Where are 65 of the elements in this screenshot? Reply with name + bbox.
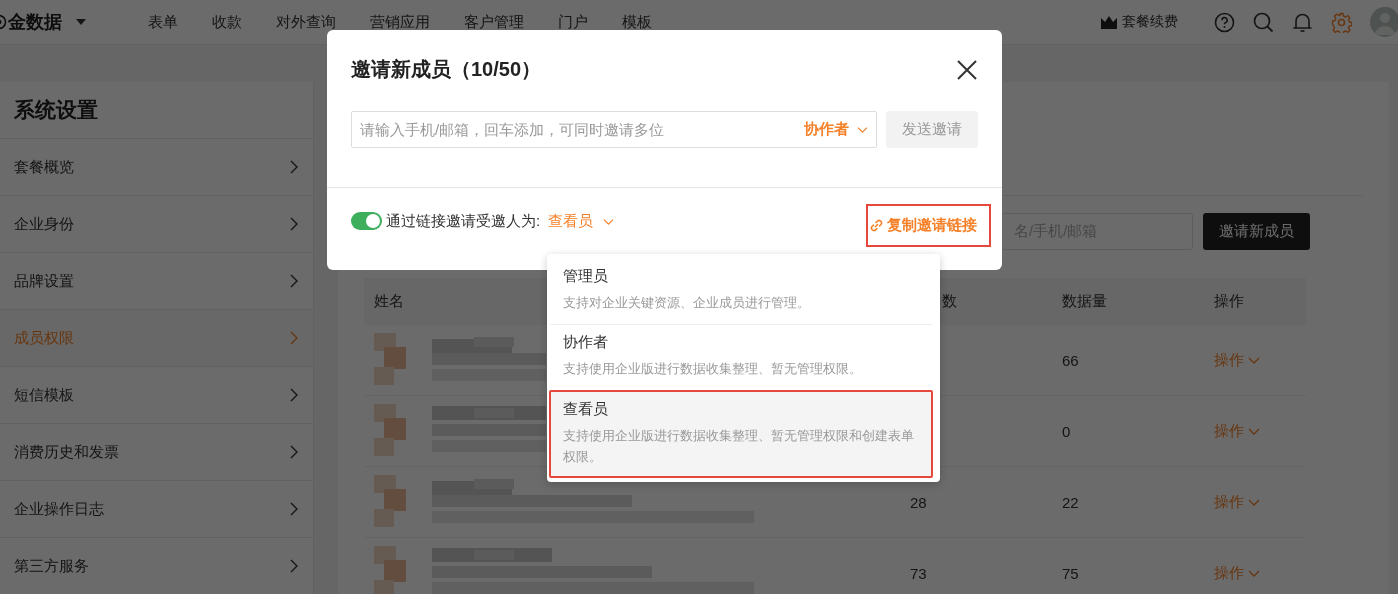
table-cell: 73 — [910, 564, 927, 582]
sidebar-item[interactable]: 企业操作日志 — [0, 481, 313, 538]
action-dropdown[interactable]: 操作 — [1214, 350, 1260, 370]
copy-link-button[interactable]: 复制邀请链接 — [866, 204, 991, 247]
chevron-right-icon — [289, 445, 299, 459]
dialog-title: 邀请新成员（10/50） — [351, 57, 542, 82]
sidebar-item[interactable]: 消费历史和发票 — [0, 424, 313, 481]
logo[interactable]: 金数据 — [8, 10, 62, 34]
role-name: 查看员 — [563, 400, 609, 419]
nav-item[interactable]: 客户管理 — [464, 12, 524, 32]
nav-item[interactable]: 收款 — [212, 12, 242, 32]
action-dropdown[interactable]: 操作 — [1214, 563, 1260, 583]
sidebar-item[interactable]: 企业身份 — [0, 196, 313, 253]
toggle-switch[interactable] — [351, 212, 382, 230]
send-invite-button[interactable]: 发送邀请 — [886, 111, 978, 148]
chevron-down-icon — [857, 125, 869, 134]
nav-item[interactable]: 营销应用 — [370, 12, 430, 32]
chevron-right-icon — [289, 388, 299, 402]
nav-item[interactable]: 表单 — [148, 12, 178, 32]
action-dropdown[interactable]: 操作 — [1214, 492, 1260, 512]
chevron-right-icon — [289, 502, 299, 516]
sidebar-item[interactable]: 短信模板 — [0, 367, 313, 424]
role-name: 协作者 — [563, 333, 609, 352]
chevron-down-icon — [1248, 497, 1260, 507]
sidebar-title: 系统设置 — [0, 82, 313, 139]
action-dropdown[interactable]: 操作 — [1214, 421, 1260, 441]
table-cell: 66 — [1062, 351, 1079, 369]
role-description: 支持对企业关键资源、企业成员进行管理。 — [563, 294, 811, 312]
table-cell: 0 — [1062, 422, 1071, 440]
nav-item[interactable]: 门户 — [558, 12, 588, 32]
role-option[interactable]: 查看员 支持使用企业版进行数据收集整理、暂无管理权限和创建表单权限。 — [549, 390, 933, 478]
sidebar-item[interactable]: 套餐概览 — [0, 139, 313, 196]
chevron-right-icon — [289, 331, 299, 345]
nav-item[interactable]: 模板 — [622, 12, 652, 32]
column-header: 操作 — [1213, 278, 1306, 325]
nav-item[interactable]: 对外查询 — [276, 12, 336, 32]
column-header: 数据量 — [1061, 278, 1213, 325]
chevron-down-icon — [1248, 355, 1260, 365]
help-icon[interactable] — [1214, 11, 1235, 33]
bell-icon[interactable] — [1292, 11, 1313, 33]
close-icon[interactable] — [956, 58, 978, 81]
chevron-down-icon — [1248, 426, 1260, 436]
chevron-right-icon — [289, 559, 299, 573]
chevron-right-icon — [289, 274, 299, 288]
role-description: 支持使用企业版进行数据收集整理、暂无管理权限和创建表单权限。 — [563, 427, 915, 466]
role-dropdown[interactable]: 查看员 — [548, 211, 615, 231]
link-icon — [870, 219, 883, 232]
chevron-right-icon — [289, 160, 299, 174]
sidebar-item[interactable]: 第三方服务 — [0, 538, 313, 594]
table-cell: 22 — [1062, 493, 1079, 511]
search-icon[interactable] — [1253, 11, 1274, 33]
invite-button[interactable]: 邀请新成员 — [1203, 213, 1310, 250]
role-description: 支持使用企业版进行数据收集整理、暂无管理权限。 — [563, 360, 863, 378]
crown-icon — [1101, 15, 1117, 29]
table-cell: 75 — [1062, 564, 1079, 582]
renew-link[interactable]: 套餐续费 — [1122, 13, 1178, 31]
settings-icon[interactable] — [1331, 11, 1352, 33]
invite-input-field[interactable]: 请输入手机/邮箱，回车添加，可同时邀请多位 协作者 — [351, 111, 878, 148]
chevron-down-icon — [603, 216, 615, 226]
link-invite-label: 通过链接邀请受邀人为: — [386, 211, 541, 231]
chevron-down-icon — [1248, 568, 1260, 578]
role-select[interactable]: 协作者 — [804, 120, 869, 139]
table-cell: 28 — [910, 493, 927, 511]
chevron-right-icon — [289, 217, 299, 231]
caret-icon[interactable] — [76, 19, 86, 25]
